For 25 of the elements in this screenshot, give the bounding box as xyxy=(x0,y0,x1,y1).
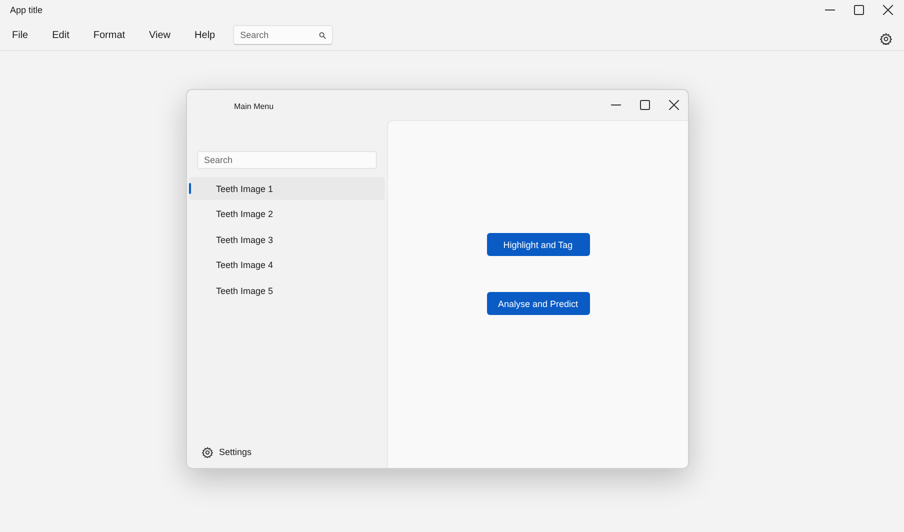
menu-item[interactable]: Format xyxy=(81,30,138,40)
nav-item[interactable]: Teeth Image 1 xyxy=(189,177,385,200)
nav-item[interactable]: Teeth Image 2 xyxy=(189,202,385,226)
window-title: App title xyxy=(10,5,43,15)
window-title: Main Menu xyxy=(233,102,274,110)
maximize-icon[interactable] xyxy=(854,5,864,15)
action-button[interactable]: Analyse and Predict xyxy=(486,292,590,315)
menu-item[interactable]: Edit xyxy=(40,30,82,40)
search-icon xyxy=(319,32,326,39)
action-button[interactable]: Highlight and Tag xyxy=(486,233,590,256)
nav-item[interactable]: Teeth Image 5 xyxy=(189,279,385,302)
menu-item[interactable]: File xyxy=(0,30,40,40)
nav-item[interactable]: Teeth Image 3 xyxy=(189,228,385,251)
menu-item[interactable]: Help xyxy=(182,30,228,40)
search-field[interactable]: Search xyxy=(233,25,334,45)
settings-label: Settings xyxy=(219,447,252,457)
settings-icon[interactable] xyxy=(202,446,213,458)
maximize-icon[interactable] xyxy=(640,100,650,110)
close-icon[interactable] xyxy=(883,5,893,15)
settings-item[interactable]: Settings xyxy=(202,446,387,458)
menu-item[interactable]: View xyxy=(137,30,183,40)
settings-icon[interactable] xyxy=(880,33,892,45)
nav-item[interactable]: Teeth Image 4 xyxy=(189,254,385,276)
close-icon[interactable] xyxy=(669,100,679,110)
search-field[interactable]: Search xyxy=(197,151,377,169)
